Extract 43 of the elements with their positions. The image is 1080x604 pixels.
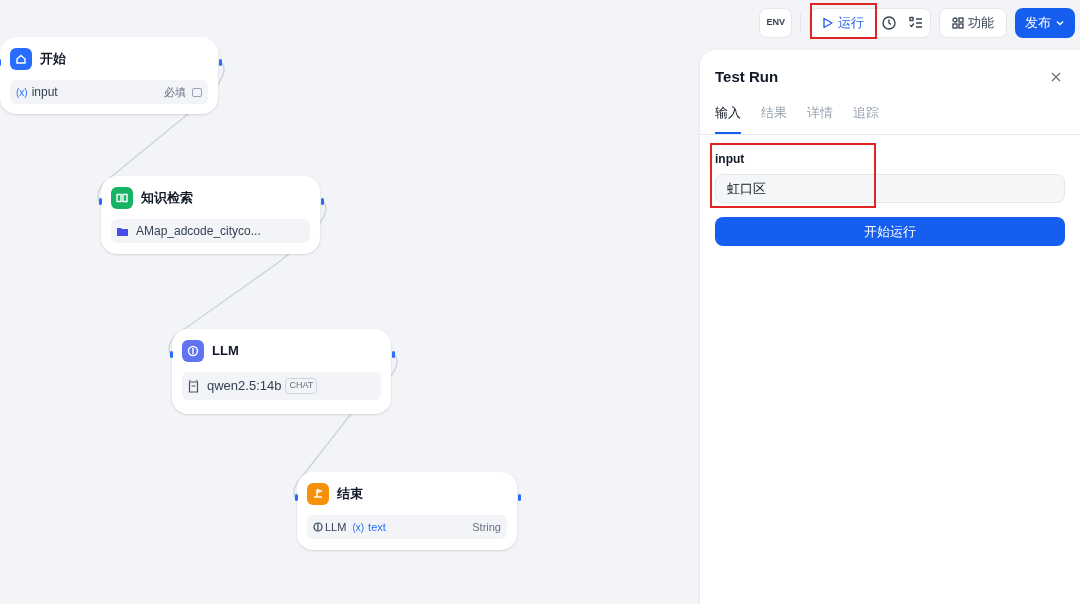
required-label: 必填	[164, 84, 186, 100]
folder-icon	[117, 226, 128, 236]
variable-name: input	[31, 84, 59, 101]
variable-name: text	[368, 519, 387, 535]
model-tag: CHAT	[285, 378, 318, 394]
connection-port[interactable]	[295, 494, 298, 501]
variable-marker: (x)	[16, 85, 28, 100]
grid-icon	[952, 17, 964, 29]
book-icon	[111, 187, 133, 209]
field-label: input	[715, 151, 746, 168]
env-button[interactable]: ENV	[759, 8, 792, 38]
connection-port[interactable]	[392, 351, 395, 358]
connection-port[interactable]	[518, 494, 521, 501]
connection-port[interactable]	[219, 59, 222, 66]
source-label: LLM	[325, 519, 347, 535]
node-title: 结束	[337, 485, 363, 504]
node-title: 知识检索	[141, 189, 193, 208]
input-field[interactable]: 虹口区	[715, 174, 1065, 203]
panel-title: Test Run	[715, 67, 779, 87]
node-title: LLM	[212, 342, 239, 361]
dataset-name: AMap_adcode_cityco...	[136, 223, 261, 240]
node-card[interactable]: LLM qwen2.5:14b CHAT	[172, 329, 391, 414]
checklist-icon[interactable]	[909, 16, 923, 30]
connection-port[interactable]	[170, 351, 173, 358]
feature-button[interactable]: 功能	[939, 8, 1007, 38]
home-icon	[10, 48, 32, 70]
close-icon	[1051, 72, 1061, 83]
chevron-down-icon	[1055, 18, 1065, 28]
node-card[interactable]: 知识检索 AMap_adcode_cityco...	[101, 176, 320, 254]
node-card[interactable]: 开始 (x) input 必填	[0, 37, 218, 114]
play-icon	[822, 17, 834, 29]
tab[interactable]: 输入	[715, 102, 741, 134]
publish-button[interactable]: 发布	[1015, 8, 1075, 38]
start-run-button[interactable]: 开始运行	[715, 217, 1065, 246]
node-card[interactable]: 结束 LLM (x) text String	[297, 472, 517, 550]
connection-port[interactable]	[99, 198, 102, 205]
history-icon[interactable]	[881, 15, 897, 31]
node-title: 开始	[40, 50, 66, 69]
flag-icon	[307, 483, 329, 505]
model-name: qwen2.5:14b	[207, 377, 282, 396]
type-label: String	[472, 519, 501, 535]
connection-port[interactable]	[321, 198, 324, 205]
variable-marker: (x)	[352, 520, 365, 535]
